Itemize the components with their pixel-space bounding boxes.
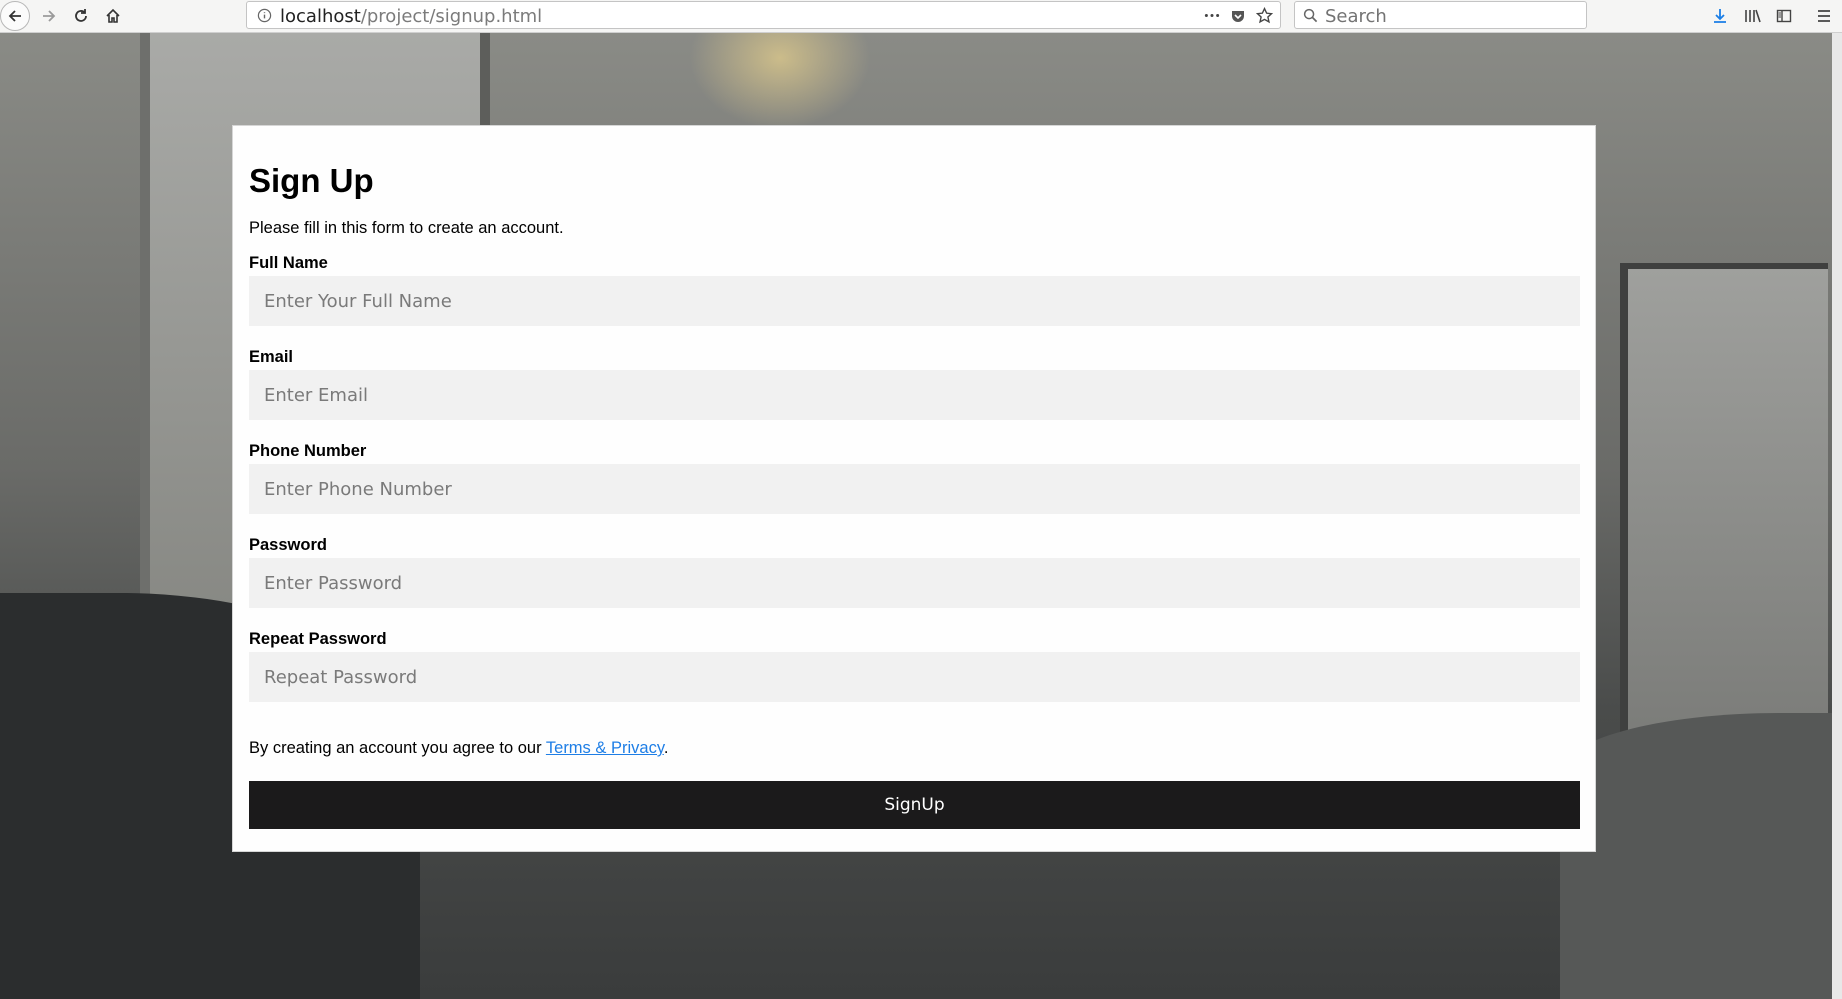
full-name-label: Full Name [249,254,328,272]
background-table [1560,713,1842,999]
terms-privacy-link[interactable]: Terms & Privacy [546,739,664,757]
url-bar[interactable]: localhost/project/signup.html [246,1,1281,29]
home-button[interactable] [99,2,127,30]
bookmark-star-icon[interactable] [1256,7,1273,24]
repeat-password-input[interactable] [249,652,1580,702]
form-subtitle: Please fill in this form to create an ac… [249,219,564,237]
phone-input[interactable] [249,464,1580,514]
library-icon [1744,9,1761,23]
phone-label: Phone Number [249,442,367,460]
url-text: localhost/project/signup.html [280,6,542,27]
forward-button[interactable] [35,2,63,30]
home-icon [106,8,120,23]
signup-form: Sign Up Please fill in this form to crea… [232,125,1596,852]
full-name-input[interactable] [249,276,1580,326]
arrow-left-icon [8,10,21,22]
browser-toolbar: localhost/project/signup.html Search [0,0,1842,33]
terms-prefix: By creating an account you agree to our [249,739,546,757]
repeat-password-label: Repeat Password [249,630,387,648]
search-icon [1303,8,1318,23]
background-window-right [1620,263,1828,739]
reload-button[interactable] [67,2,95,30]
page-actions-icon[interactable] [1203,8,1221,23]
password-input[interactable] [249,558,1580,608]
url-path: /project/signup.html [360,6,543,27]
download-icon [1714,9,1726,23]
signup-button[interactable]: SignUp [249,781,1580,829]
url-host: localhost [280,6,361,27]
sidebar-icon [1776,9,1792,23]
form-title: Sign Up [249,162,374,199]
back-button[interactable] [0,1,30,31]
library-button[interactable] [1738,2,1766,30]
pocket-icon[interactable] [1230,8,1246,24]
password-label: Password [249,536,327,554]
terms-text: By creating an account you agree to our … [249,739,668,758]
info-icon [257,8,272,23]
hamburger-icon [1818,10,1830,22]
email-input[interactable] [249,370,1580,420]
page-scrollbar[interactable] [1832,33,1842,999]
downloads-button[interactable] [1706,2,1734,30]
reload-icon [75,9,87,22]
arrow-right-icon [43,10,56,22]
search-placeholder: Search [1325,6,1387,27]
email-label: Email [249,348,294,366]
sidebar-button[interactable] [1770,2,1798,30]
terms-suffix: . [663,739,669,757]
menu-button[interactable] [1810,2,1838,30]
search-bar[interactable]: Search [1294,1,1587,29]
